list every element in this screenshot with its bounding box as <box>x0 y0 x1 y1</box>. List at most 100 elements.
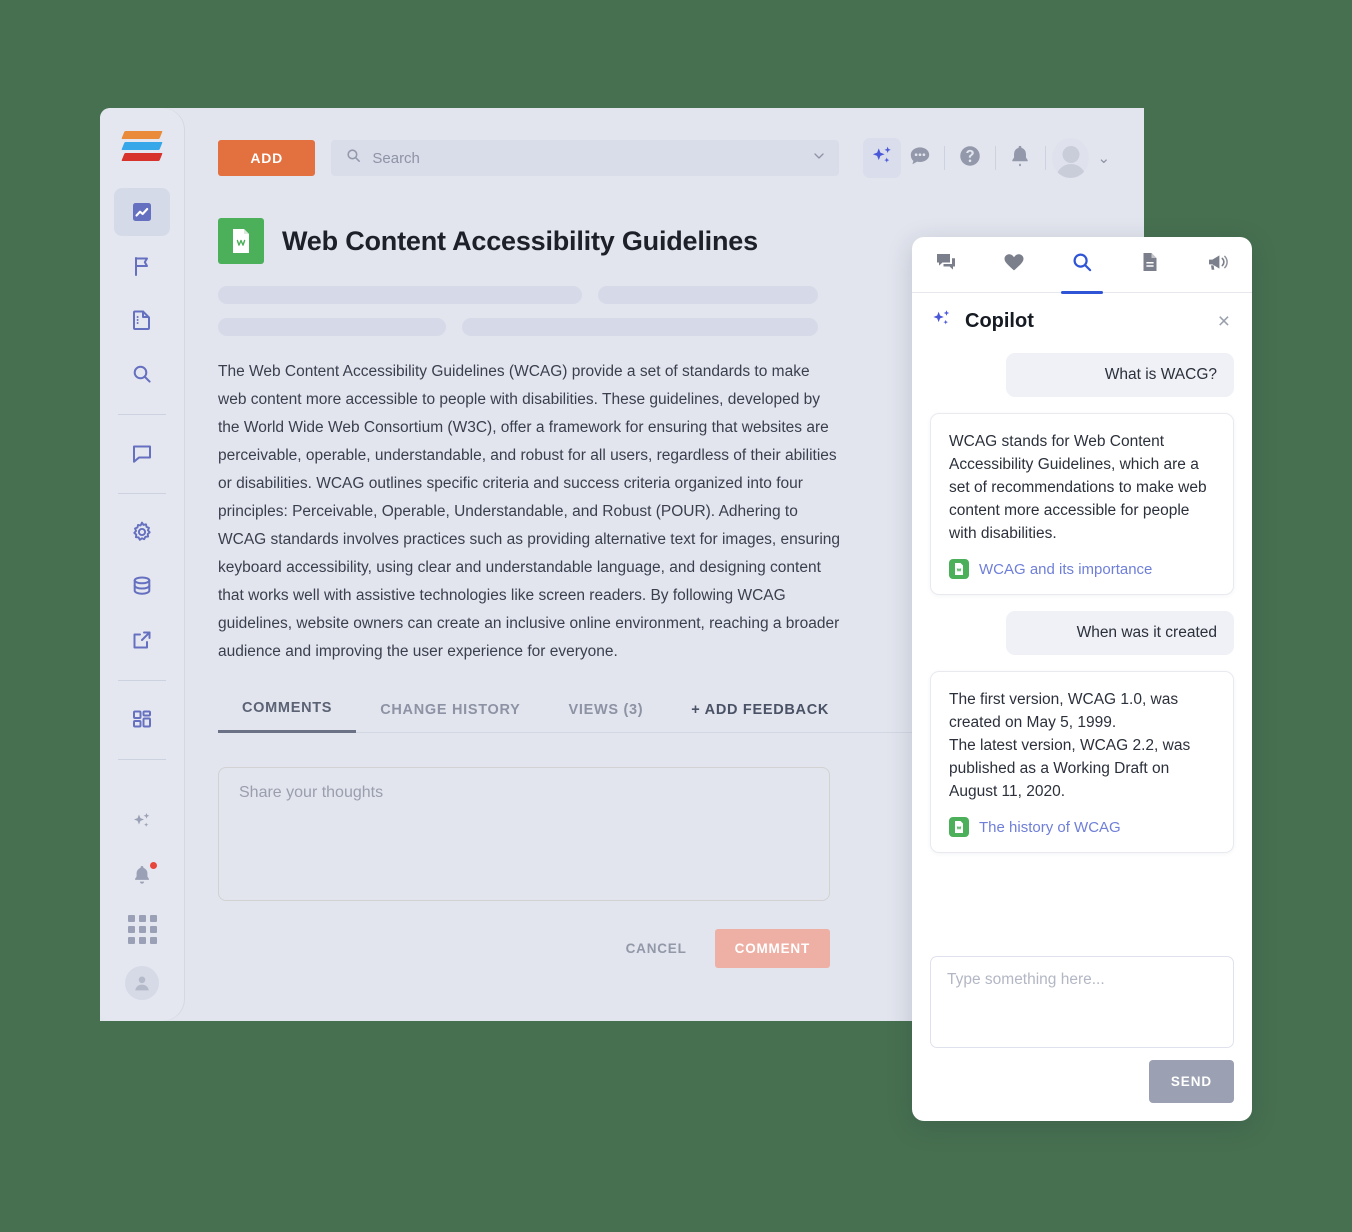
copilot-composer: Type something here... SEND <box>912 956 1252 1121</box>
flag-icon <box>130 254 154 278</box>
sidebar-item-settings[interactable] <box>114 508 170 556</box>
sidebar-divider <box>118 493 166 494</box>
chevron-down-icon[interactable] <box>811 148 827 169</box>
avatar-icon <box>125 966 159 1000</box>
tab-documents[interactable] <box>1116 237 1184 293</box>
heart-icon <box>1002 250 1026 279</box>
toolbar-divider <box>944 146 946 170</box>
document-icon <box>1138 250 1162 279</box>
help-icon <box>957 143 983 174</box>
sparkles-icon <box>930 307 953 335</box>
avatar-head <box>1062 146 1080 163</box>
sidebar-item-chat[interactable] <box>114 429 170 477</box>
skeleton-bar <box>218 318 446 336</box>
assistant-message-text: WCAG stands for Web Content Accessibilit… <box>949 433 1207 542</box>
copilot-toolbar-button[interactable] <box>863 138 901 178</box>
add-button[interactable]: ADD <box>218 140 316 176</box>
source-link[interactable]: WCAG and its importance <box>949 559 1215 579</box>
chat-bubbles-icon <box>934 250 958 279</box>
tab-search[interactable] <box>1048 237 1116 293</box>
skeleton-bar <box>462 318 818 336</box>
sidebar-item-apps[interactable] <box>114 695 170 743</box>
copilot-title: Copilot <box>965 309 1034 332</box>
avatar-body <box>1055 164 1086 178</box>
assistant-message: The first version, WCAG 1.0, was created… <box>930 671 1234 853</box>
sidebar-item-profile[interactable] <box>114 959 170 1007</box>
sidebar-bottom-group <box>100 797 184 1021</box>
tab-conversations[interactable] <box>912 237 980 293</box>
external-link-icon <box>130 628 154 652</box>
sidebar-item-search[interactable] <box>114 350 170 398</box>
copilot-panel: Copilot × What is WACG? WCAG stands for … <box>912 237 1252 1121</box>
screenshot-stage: ADD Search ⌄ Web Content Accessibility G… <box>0 0 1352 1232</box>
tab-add-feedback[interactable]: + ADD FEEDBACK <box>667 702 853 732</box>
sidebar-item-database[interactable] <box>114 562 170 610</box>
comment-textarea[interactable]: Share your thoughts <box>218 767 830 901</box>
search-icon <box>130 362 154 386</box>
skeleton-bar <box>598 286 818 304</box>
document-badge-icon <box>949 817 969 837</box>
chat-bubble-icon <box>130 441 154 465</box>
copilot-send-row: SEND <box>930 1060 1234 1103</box>
copilot-message-list: What is WACG? WCAG stands for Web Conten… <box>912 349 1252 956</box>
dots-grid-icon <box>127 914 157 944</box>
assistant-message: WCAG stands for Web Content Accessibilit… <box>930 413 1234 595</box>
help-toolbar-button[interactable] <box>951 138 988 178</box>
sidebar-item-app-grid[interactable] <box>114 905 170 953</box>
search-input[interactable]: Search <box>331 140 840 176</box>
tab-announcements[interactable] <box>1184 237 1252 293</box>
cancel-button[interactable]: CANCEL <box>626 941 687 956</box>
source-link-label[interactable]: WCAG and its importance <box>979 561 1152 578</box>
close-icon[interactable]: × <box>1214 307 1234 336</box>
sidebar-item-external-link[interactable] <box>114 616 170 664</box>
copilot-header: Copilot × <box>912 293 1252 349</box>
sidebar-item-copilot[interactable] <box>114 797 170 845</box>
document-w-icon <box>218 218 264 264</box>
bell-icon <box>1007 143 1033 174</box>
notifications-toolbar-button[interactable] <box>1002 138 1039 178</box>
sidebar-item-flag[interactable] <box>114 242 170 290</box>
skeleton-bar <box>218 286 582 304</box>
search-placeholder: Search <box>372 149 420 167</box>
send-button[interactable]: SEND <box>1148 1060 1234 1103</box>
document-icon <box>130 308 154 332</box>
megaphone-icon <box>1206 250 1230 279</box>
assistant-message-text: The first version, WCAG 1.0, was created… <box>949 691 1191 800</box>
document-badge-icon <box>949 559 969 579</box>
toolbar-divider <box>994 146 996 170</box>
submit-comment-button[interactable]: COMMENT <box>714 929 830 968</box>
page-title: Web Content Accessibility Guidelines <box>282 225 758 256</box>
left-sidebar-rail <box>100 108 184 1021</box>
sidebar-divider <box>118 414 166 415</box>
chart-line-icon <box>130 200 154 224</box>
source-link[interactable]: The history of WCAG <box>949 817 1215 837</box>
top-toolbar: ADD Search ⌄ <box>218 138 1110 178</box>
chat-bubble-icon <box>907 143 933 174</box>
copilot-input[interactable]: Type something here... <box>930 956 1234 1048</box>
avatar-chevron-down-icon[interactable]: ⌄ <box>1097 149 1110 167</box>
search-icon <box>345 147 362 169</box>
tab-favorites[interactable] <box>980 237 1048 293</box>
source-link-label[interactable]: The history of WCAG <box>979 819 1121 836</box>
sidebar-item-dashboard[interactable] <box>114 188 170 236</box>
app-logo[interactable] <box>119 124 165 168</box>
document-body-text: The Web Content Accessibility Guidelines… <box>218 363 841 660</box>
user-message: What is WACG? <box>1006 353 1234 397</box>
sidebar-item-documents[interactable] <box>114 296 170 344</box>
tab-change-history[interactable]: CHANGE HISTORY <box>356 702 544 732</box>
grid-blocks-icon <box>130 707 154 731</box>
notification-badge-dot <box>149 861 158 870</box>
tab-comments[interactable]: COMMENTS <box>218 700 357 733</box>
search-icon <box>1070 250 1094 279</box>
avatar[interactable] <box>1052 138 1090 178</box>
user-message: When was it created <box>1006 611 1234 655</box>
sidebar-divider <box>118 759 166 760</box>
tab-views[interactable]: VIEWS (3) <box>545 702 668 732</box>
sidebar-item-notifications[interactable] <box>114 851 170 899</box>
sidebar-divider <box>118 680 166 681</box>
sparkles-icon <box>130 809 154 833</box>
copilot-tab-bar <box>912 237 1252 293</box>
comment-form-actions: CANCEL COMMENT <box>218 929 830 968</box>
chat-toolbar-button[interactable] <box>901 138 938 178</box>
gear-icon <box>130 520 154 544</box>
